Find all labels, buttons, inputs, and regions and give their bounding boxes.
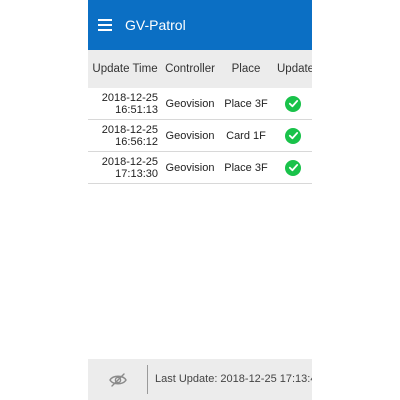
update-date: 2018-12-25 <box>101 91 158 104</box>
check-circle-icon <box>285 95 301 112</box>
check-circle-icon <box>285 127 301 144</box>
update-time: 17:13:30 <box>115 167 158 180</box>
controller-cell: Geovision <box>165 161 215 174</box>
update-date: 2018-12-25 <box>101 123 158 136</box>
table-row[interactable]: 2018-12-25 17:13:30 Geovision Place 3F <box>88 152 312 184</box>
eye-off-icon[interactable] <box>108 370 128 390</box>
controller-cell: Geovision <box>165 129 215 142</box>
app-bar: GV-Patrol <box>88 0 312 50</box>
footer-divider <box>147 365 148 394</box>
column-header-controller[interactable]: Controller <box>162 50 218 88</box>
column-header-update[interactable]: Update <box>274 50 312 88</box>
controller-cell: Geovision <box>165 97 215 110</box>
footer-bar: Last Update: 2018-12-25 17:13:41 <box>88 359 312 400</box>
place-cell: Card 1F <box>226 129 266 142</box>
app-screen: GV-Patrol Update Time Controller Place U… <box>88 0 312 400</box>
update-time-cell: 2018-12-25 16:51:13 <box>92 92 158 116</box>
update-time: 16:56:12 <box>115 135 158 148</box>
column-header-place[interactable]: Place <box>218 50 274 88</box>
place-cell: Place 3F <box>224 97 268 110</box>
last-update-text: Last Update: 2018-12-25 17:13:41 <box>155 373 312 385</box>
hamburger-menu-icon[interactable] <box>98 19 112 31</box>
table-body: 2018-12-25 16:51:13 Geovision Place 3F 2… <box>88 88 312 184</box>
place-cell: Place 3F <box>224 161 268 174</box>
table-header: Update Time Controller Place Update <box>88 50 312 88</box>
update-date: 2018-12-25 <box>101 155 158 168</box>
update-time-cell: 2018-12-25 16:56:12 <box>92 124 158 148</box>
update-time: 16:51:13 <box>115 103 158 116</box>
table-row[interactable]: 2018-12-25 16:51:13 Geovision Place 3F <box>88 88 312 120</box>
table-row[interactable]: 2018-12-25 16:56:12 Geovision Card 1F <box>88 120 312 152</box>
column-header-update-time[interactable]: Update Time <box>88 50 162 88</box>
check-circle-icon <box>285 159 301 176</box>
app-title: GV-Patrol <box>125 17 186 33</box>
update-time-cell: 2018-12-25 17:13:30 <box>92 156 158 180</box>
